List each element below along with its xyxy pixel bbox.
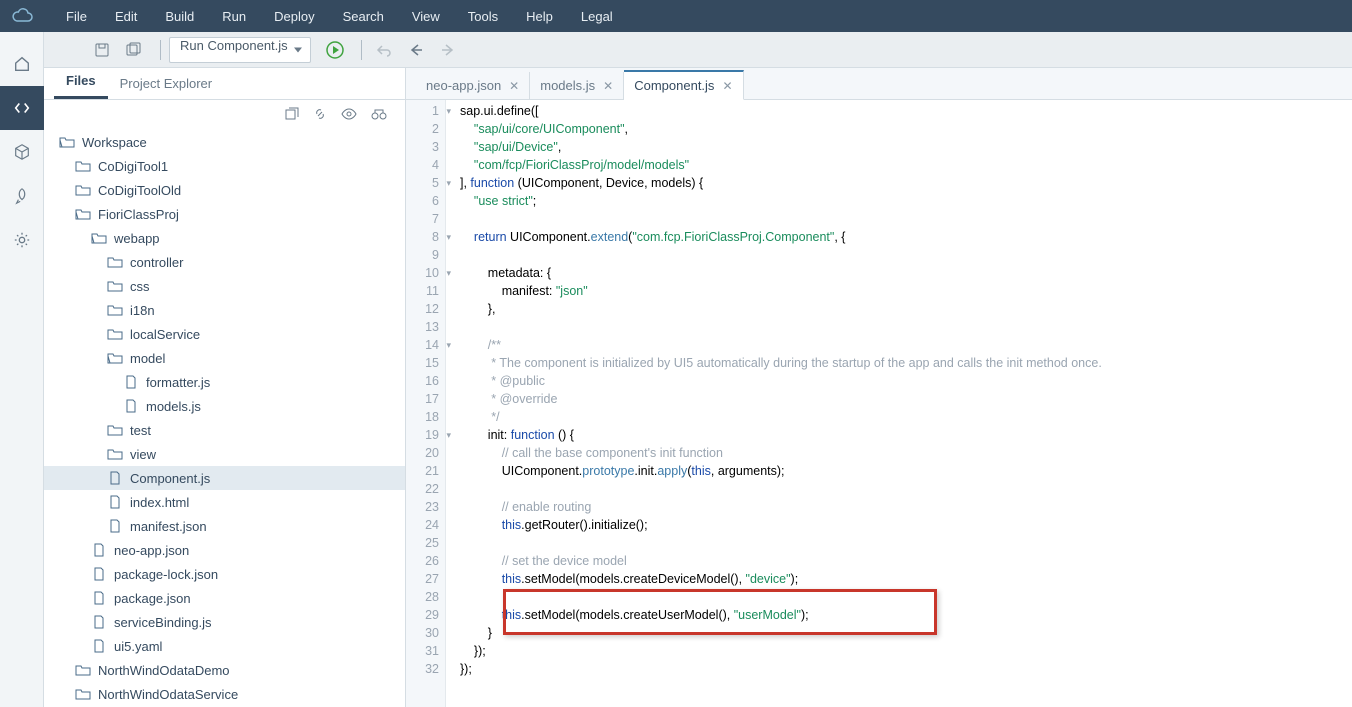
folder-icon — [106, 325, 124, 343]
tree-folder[interactable]: NorthWindOdataDemo — [44, 658, 405, 682]
side-panel: Files Project Explorer Workspace CoDigiT… — [44, 68, 406, 707]
folder-open-icon — [58, 133, 76, 151]
tree-folder[interactable]: FioriClassProj — [44, 202, 405, 226]
collapse-icon[interactable] — [285, 107, 299, 121]
file-tree[interactable]: Workspace CoDigiTool1 CoDigiToolOld Fior… — [44, 128, 405, 707]
tree-folder[interactable]: css — [44, 274, 405, 298]
close-icon[interactable]: ✕ — [603, 79, 613, 93]
side-actions — [44, 100, 405, 128]
file-icon — [122, 397, 140, 415]
rail-code-icon[interactable] — [0, 86, 44, 130]
tree-file[interactable]: neo-app.json — [44, 538, 405, 562]
menu-help[interactable]: Help — [512, 9, 567, 24]
tree-file[interactable]: index.html — [44, 490, 405, 514]
tree-file[interactable]: serviceBinding.js — [44, 610, 405, 634]
tree-file[interactable]: manifest.json — [44, 514, 405, 538]
forward-icon[interactable] — [434, 36, 462, 64]
side-tabs: Files Project Explorer — [44, 68, 405, 100]
folder-icon — [106, 301, 124, 319]
folder-icon — [74, 181, 92, 199]
main-area: Files Project Explorer Workspace CoDigiT… — [44, 68, 1352, 707]
tree-folder[interactable]: i18n — [44, 298, 405, 322]
rail-home-icon[interactable] — [0, 42, 44, 86]
menu-search[interactable]: Search — [329, 9, 398, 24]
save-icon[interactable] — [88, 36, 116, 64]
rail-gear-icon[interactable] — [0, 218, 44, 262]
tree-folder[interactable]: localService — [44, 322, 405, 346]
tree-file[interactable]: ui5.yaml — [44, 634, 405, 658]
editor-tab[interactable]: neo-app.json✕ — [416, 72, 530, 99]
folder-icon — [74, 661, 92, 679]
tree-file-component[interactable]: Component.js — [44, 466, 405, 490]
back-icon[interactable] — [402, 36, 430, 64]
rail-rocket-icon[interactable] — [0, 174, 44, 218]
play-icon[interactable] — [321, 36, 349, 64]
icon-rail — [0, 32, 44, 707]
folder-open-icon — [106, 349, 124, 367]
menu-legal[interactable]: Legal — [567, 9, 627, 24]
menu-deploy[interactable]: Deploy — [260, 9, 328, 24]
menu-run[interactable]: Run — [208, 9, 260, 24]
file-icon — [106, 493, 124, 511]
menu-view[interactable]: View — [398, 9, 454, 24]
tree-folder[interactable]: CoDigiToolOld — [44, 178, 405, 202]
folder-icon — [106, 445, 124, 463]
tree-folder[interactable]: controller — [44, 250, 405, 274]
tree-folder[interactable]: webapp — [44, 226, 405, 250]
eye-icon[interactable] — [341, 107, 357, 121]
file-icon — [122, 373, 140, 391]
file-icon — [106, 469, 124, 487]
tree-file[interactable]: models.js — [44, 394, 405, 418]
file-icon — [90, 565, 108, 583]
menubar: File Edit Build Run Deploy Search View T… — [0, 0, 1352, 32]
tree-folder[interactable]: NorthWindOdataService — [44, 682, 405, 706]
menu-tools[interactable]: Tools — [454, 9, 512, 24]
cloud-icon — [8, 2, 36, 30]
file-icon — [90, 589, 108, 607]
folder-icon — [74, 685, 92, 703]
tree-file[interactable]: package-lock.json — [44, 562, 405, 586]
folder-icon — [106, 421, 124, 439]
tree-file[interactable]: formatter.js — [44, 370, 405, 394]
gutter: 1234567891011121314151617181920212223242… — [406, 100, 446, 707]
menu-build[interactable]: Build — [151, 9, 208, 24]
link-icon[interactable] — [313, 107, 327, 121]
editor-area: neo-app.json✕ models.js✕ Component.js✕ 1… — [406, 68, 1352, 707]
code-editor[interactable]: 1234567891011121314151617181920212223242… — [406, 100, 1352, 707]
folder-open-icon — [74, 205, 92, 223]
menu-edit[interactable]: Edit — [101, 9, 151, 24]
save-all-icon[interactable] — [120, 36, 148, 64]
code-content[interactable]: sap.ui.define([ "sap/ui/core/UIComponent… — [446, 100, 1352, 707]
file-icon — [90, 613, 108, 631]
tree-folder[interactable]: view — [44, 442, 405, 466]
file-icon — [90, 541, 108, 559]
tab-files[interactable]: Files — [54, 65, 108, 99]
close-icon[interactable]: ✕ — [509, 79, 519, 93]
rail-box-icon[interactable] — [0, 130, 44, 174]
tree-file[interactable]: package.json — [44, 586, 405, 610]
folder-open-icon — [90, 229, 108, 247]
toolbar: Run Component.js — [44, 32, 1352, 68]
tree-workspace[interactable]: Workspace — [44, 130, 405, 154]
file-icon — [90, 637, 108, 655]
run-config-select[interactable]: Run Component.js — [169, 37, 311, 63]
separator — [160, 40, 161, 60]
tree-folder[interactable]: model — [44, 346, 405, 370]
tree-folder[interactable]: CoDigiTool1 — [44, 154, 405, 178]
menu-file[interactable]: File — [52, 9, 101, 24]
binoculars-icon[interactable] — [371, 107, 387, 121]
tab-project-explorer[interactable]: Project Explorer — [108, 68, 224, 99]
separator — [361, 40, 362, 60]
folder-icon — [106, 277, 124, 295]
editor-tab-active[interactable]: Component.js✕ — [624, 70, 743, 100]
folder-icon — [74, 157, 92, 175]
tree-folder[interactable]: test — [44, 418, 405, 442]
file-icon — [106, 517, 124, 535]
close-icon[interactable]: ✕ — [722, 79, 732, 93]
folder-icon — [106, 253, 124, 271]
editor-tab[interactable]: models.js✕ — [530, 72, 624, 99]
editor-tabs: neo-app.json✕ models.js✕ Component.js✕ — [406, 68, 1352, 100]
undo-icon[interactable] — [370, 36, 398, 64]
